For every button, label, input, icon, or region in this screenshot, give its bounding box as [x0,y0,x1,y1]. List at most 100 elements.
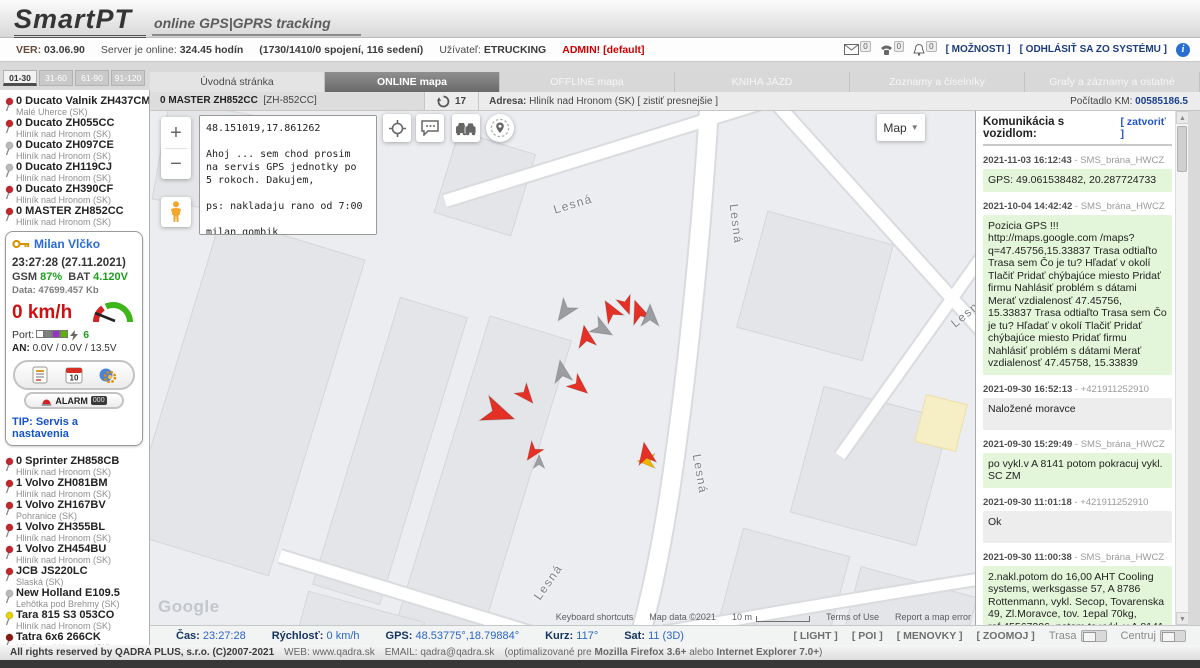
vehicle-list-item[interactable]: JCB JS220LCSlaská (SK) [0,565,149,587]
toggle-switch-trasa[interactable] [1081,630,1107,642]
statusbar-button-light[interactable]: [ LIGHT ] [793,630,837,642]
toggle-switch-centruj[interactable] [1160,630,1186,642]
tab-zoznamy-a-ciselniky[interactable]: Zoznamy a číselníky [850,72,1025,92]
tab-online-mapa[interactable]: ONLINE mapa [325,72,500,92]
chat-close-link[interactable]: [ zatvoriť ] [1121,116,1173,140]
pager-01-30[interactable]: 01-30 [3,70,37,86]
speed-value: 0 km/h [12,302,72,324]
vehicle-name: 0 Ducato ZH055CC [16,118,114,129]
version-value: 03.06.90 [44,44,85,56]
vehicle-list-item[interactable]: 0 Sprinter ZH858CBHliník nad Hronom (SK) [0,455,149,477]
report-error-link[interactable]: Report a map error [895,612,971,622]
options-button[interactable]: [ MOŽNOSTI ] [946,44,1011,55]
terms-link[interactable]: Terms of Use [826,612,879,622]
vehicle-marker[interactable] [639,303,661,329]
vehicle-name: Tara 815 S3 053CO [16,610,114,621]
tip-link[interactable]: TIP: Servis a nastavenia [12,416,136,440]
statusbar-button-poi[interactable]: [ POI ] [852,630,883,642]
messages-button[interactable]: 0 [844,44,870,55]
scroll-up-arrow[interactable]: ▲ [1176,111,1188,124]
chat-message: 2021-09-30 15:29:49 - SMS_brána_HWCZpo v… [983,439,1172,488]
tab-offline-mapa[interactable]: OFFLINE mapa [500,72,675,92]
vehicle-list-item[interactable]: New Holland E109.5Lehôtka pod Brehmy (SK… [0,587,149,609]
vehicle-list-item[interactable]: 0 Ducato ZH097CEHliník nad Hronom (SK) [0,139,149,161]
keyboard-shortcuts-link[interactable]: Keyboard shortcuts [556,612,634,622]
vehicle-list-item[interactable]: 1 Volvo ZH454BUHliník nad Hronom (SK) [0,543,149,565]
settings-globe-icon[interactable] [98,366,117,385]
vehicle-list-item[interactable]: 0 Ducato Valnik ZH437CMMalé Uherce (SK) [0,95,149,117]
vehicle-list-item[interactable]: 0 Ducato ZH119CJHliník nad Hronom (SK) [0,161,149,183]
address-refine-link[interactable]: [ zistiť presnejšie ] [638,96,718,107]
vehicle-pin-icon [4,141,16,156]
vehicle-name: 0 Sprinter ZH858CB [16,456,119,467]
vehicle-list-item[interactable]: 1 Volvo ZH081BMHliník nad Hronom (SK) [0,477,149,499]
traffic-button[interactable] [452,114,480,142]
vehicle-list-item[interactable]: 0 Ducato ZH390CFHliník nad Hronom (SK) [0,183,149,205]
street-view-pegman[interactable] [161,197,191,227]
vehicle-name: 1 Volvo ZH355BL [16,522,111,533]
alerts-button[interactable]: 0 [913,44,936,56]
report-icon[interactable] [31,366,50,384]
scrollbar-thumb[interactable] [1177,126,1187,172]
optimized-suffix: ) [819,647,822,658]
vehicle-location: Malé Uherce (SK) [16,107,150,117]
calls-button[interactable]: 0 [880,44,904,56]
email-link[interactable]: qadra@qadra.sk [420,647,494,658]
pager-31-60[interactable]: 31-60 [39,70,73,86]
vehicle-text: JCB JS220LCSlaská (SK) [16,566,88,587]
chat-message-timestamp: 2021-10-04 14:42:42 - SMS_brána_HWCZ [983,201,1172,212]
vehicle-location: Hliník nad Hronom (SK) [16,129,114,139]
vehicle-list-item[interactable]: 0 MASTER ZH852CCHliník nad Hronom (SK) [0,205,149,227]
calendar-icon[interactable]: 10 [65,366,83,384]
odometer-value: 00585186.5 [1135,96,1188,107]
vehicle-tools: 10 [13,360,135,390]
vehicle-pin-icon [4,119,16,134]
info-icon[interactable]: i [1176,43,1190,57]
traffic-icon [455,121,477,136]
vehicle-name: 0 Ducato ZH097CE [16,140,114,151]
poi-button[interactable] [486,114,514,142]
chat-button[interactable] [416,114,444,142]
vehicle-text: Tatra 6x6 266CKHliník nad Hronom (SK) [16,632,111,645]
bell-icon [913,44,925,56]
vehicle-list-item[interactable]: 1 Volvo ZH167BVPohranice (SK) [0,499,149,521]
map-type-button[interactable]: Map▼ [877,114,925,141]
tab-uvodna-stranka[interactable]: Úvodná stránka [150,72,325,92]
selected-vehicle-name: 0 MASTER ZH852CC [160,95,258,106]
selected-vehicle-title: 0 MASTER ZH852CC [ZH-852CC] [150,92,425,110]
copyright-text: All rights reserved by QADRA PLUS, s.r.o… [10,647,274,658]
vehicle-location: Hliník nad Hronom (SK) [16,489,111,499]
tab-grafy-a-zaznamy-a-ostatne[interactable]: Grafy a záznamy a ostatné [1025,72,1200,92]
zoom-in-button[interactable]: + [161,118,191,148]
an-label: AN: [12,343,30,354]
vehicle-list-item[interactable]: 0 Ducato ZH055CCHliník nad Hronom (SK) [0,117,149,139]
vehicle-marker[interactable] [532,454,546,471]
vehicle-text: 0 Ducato ZH119CJHliník nad Hronom (SK) [16,162,112,183]
status-kurz: Kurz: 117° [545,630,598,642]
chat-scrollbar[interactable]: ▲ ▼ [1175,111,1188,625]
pager-91-120[interactable]: 91-120 [111,70,145,86]
google-logo: Google [158,597,220,617]
scroll-down-arrow[interactable]: ▼ [1176,612,1188,625]
tab-kniha-jazd[interactable]: KNIHA JÁZD [675,72,850,92]
statusbar-button-menovky[interactable]: [ MENOVKY ] [897,630,963,642]
vehicle-list-item[interactable]: 1 Volvo ZH355BLHliník nad Hronom (SK) [0,521,149,543]
statusbar-button-zoomoj[interactable]: [ ZOOMOJ ] [976,630,1034,642]
refresh-control[interactable]: 17 [425,92,479,110]
connections-info: (1730/1410/0 spojení, 116 sedení) [259,44,423,56]
logout-button[interactable]: [ ODHLÁSIŤ SA ZO SYSTÉMU ] [1020,44,1167,55]
driver-note-input[interactable] [199,115,377,235]
web-link[interactable]: www.qadra.sk [313,647,375,658]
vehicle-marker[interactable] [633,439,659,468]
port-label: Port: [12,329,34,341]
alarm-button[interactable]: ALARM 000 [24,392,124,409]
pager-61-90[interactable]: 61-90 [75,70,109,86]
driver-name[interactable]: Milan Vlčko [34,237,100,251]
vehicle-list-item[interactable]: Tatra 6x6 266CKHliník nad Hronom (SK) [0,631,149,645]
zoom-out-button[interactable]: − [161,149,191,179]
vehicle-list-item[interactable]: Tara 815 S3 053COHliník nad Hronom (SK) [0,609,149,631]
map-canvas[interactable]: LesnáLesnáLesnáLesnáLesná + − Map▼ Googl… [150,111,975,625]
locate-button[interactable] [383,114,411,142]
vehicle-pin-icon [4,457,16,472]
chat-message: 2021-09-30 11:00:38 - SMS_brána_HWCZ2.na… [983,552,1172,626]
